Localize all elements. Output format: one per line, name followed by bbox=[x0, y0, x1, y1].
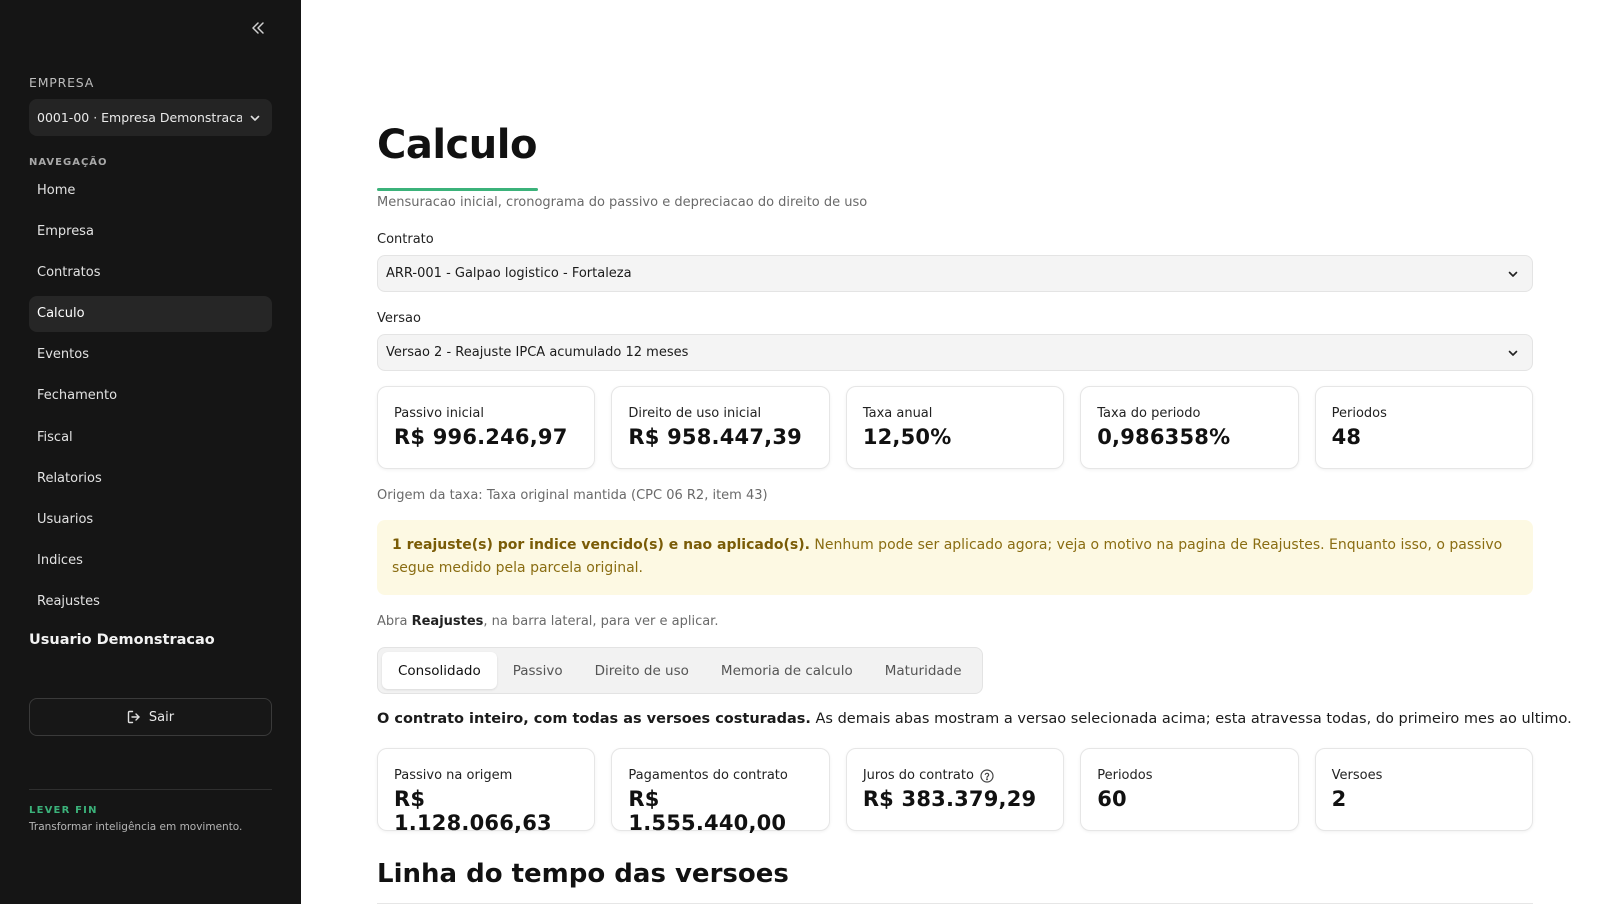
page-subtitle: Mensuracao inicial, cronograma do passiv… bbox=[377, 195, 868, 210]
version-label: Versao bbox=[377, 311, 421, 326]
summary-card: Passivo inicial R$ 996.246,97 bbox=[377, 386, 596, 469]
version-select-value: Versao 2 - Reajuste IPCA acumulado 12 me… bbox=[386, 345, 689, 360]
card-label-row: Juros do contrato bbox=[863, 768, 1047, 783]
adjustment-hint: Abra Reajustes, na barra lateral, para v… bbox=[377, 614, 718, 629]
tab-consolidado[interactable]: Consolidado bbox=[382, 652, 497, 689]
card-value: R$ 1.555.440,00 bbox=[628, 787, 787, 835]
main-content: Calculo Mensuracao inicial, cronograma d… bbox=[377, 0, 1572, 904]
card-label: Pagamentos do contrato bbox=[628, 768, 788, 783]
consolidated-card: Passivo na origem R$ 1.128.066,63 bbox=[377, 748, 596, 835]
card-label: Juros do contrato bbox=[862, 768, 974, 783]
consolidated-card: Versoes 2 bbox=[1314, 748, 1534, 831]
summary-card: Direito de uso inicial R$ 958.447,39 bbox=[611, 386, 830, 469]
company-select[interactable]: 0001-00 · Empresa Demonstracao bbox=[29, 99, 272, 136]
card-value: R$ 1.128.066,63 bbox=[394, 787, 552, 835]
sidebar-nav: Home Empresa Contratos Calculo Eventos F… bbox=[29, 172, 272, 625]
tab-description-bold: O contrato inteiro, com todas as versoes… bbox=[377, 711, 811, 727]
contract-select[interactable]: ARR-001 - Galpao logistico - Fortaleza bbox=[377, 255, 1533, 292]
sidebar-item-reajustes[interactable]: Reajustes bbox=[29, 584, 272, 620]
brand-name: LEVER FIN bbox=[29, 805, 98, 816]
card-value: 2 bbox=[1331, 787, 1347, 811]
card-value: 48 bbox=[1331, 425, 1362, 449]
tab-memoria-de-calculo[interactable]: Memoria de calculo bbox=[705, 652, 869, 689]
summary-card: Taxa anual 12,50% bbox=[845, 386, 1065, 469]
chevron-down-icon bbox=[1508, 271, 1518, 277]
card-value: 0,986358% bbox=[1097, 425, 1231, 449]
version-select[interactable]: Versao 2 - Reajuste IPCA acumulado 12 me… bbox=[377, 334, 1533, 371]
consolidated-card: Periodos 60 bbox=[1080, 748, 1299, 831]
hint-prefix: Abra bbox=[377, 614, 412, 629]
card-label: Periodos bbox=[1097, 768, 1153, 783]
hint-bold: Reajustes bbox=[411, 614, 484, 629]
sidebar-item-fiscal[interactable]: Fiscal bbox=[29, 419, 272, 455]
summary-card: Taxa do periodo 0,986358% bbox=[1080, 386, 1299, 469]
title-underline bbox=[377, 188, 538, 191]
card-label: Passivo inicial bbox=[394, 406, 484, 421]
contract-select-value: ARR-001 - Galpao logistico - Fortaleza bbox=[386, 266, 632, 281]
brand-tagline: Transformar inteligência em movimento. bbox=[29, 821, 243, 833]
sidebar-divider bbox=[29, 789, 272, 790]
result-tabs: Consolidado Passivo Direito de uso Memor… bbox=[377, 647, 983, 694]
tab-passivo[interactable]: Passivo bbox=[497, 652, 579, 689]
sidebar-item-contratos[interactable]: Contratos bbox=[29, 254, 272, 290]
card-value: 60 bbox=[1097, 787, 1127, 811]
nav-label: NAVEGAÇÃO bbox=[29, 157, 108, 168]
card-label: Taxa do periodo bbox=[1097, 406, 1201, 421]
tab-maturidade[interactable]: Maturidade bbox=[869, 652, 978, 689]
summary-cards: Passivo inicial R$ 996.246,97 Direito de… bbox=[377, 386, 1534, 469]
consolidated-cards: Passivo na origem R$ 1.128.066,63 Pagame… bbox=[377, 748, 1534, 835]
sidebar-item-fechamento[interactable]: Fechamento bbox=[29, 378, 272, 414]
card-label: Taxa anual bbox=[862, 406, 933, 421]
sidebar-item-empresa[interactable]: Empresa bbox=[29, 213, 272, 249]
contract-label: Contrato bbox=[377, 232, 434, 247]
summary-card: Periodos 48 bbox=[1314, 386, 1534, 469]
sidebar-item-usuarios[interactable]: Usuarios bbox=[29, 502, 272, 538]
sidebar: EMPRESA 0001-00 · Empresa Demonstracao N… bbox=[0, 0, 301, 904]
chevrons-left-icon bbox=[252, 22, 264, 34]
chevron-down-icon bbox=[1508, 350, 1518, 356]
consolidated-card: Pagamentos do contrato R$ 1.555.440,00 bbox=[611, 748, 830, 835]
logout-icon bbox=[127, 710, 140, 724]
company-label: EMPRESA bbox=[29, 75, 95, 90]
sidebar-item-indices[interactable]: Indices bbox=[29, 543, 272, 579]
collapse-sidebar-button[interactable] bbox=[246, 16, 270, 40]
adjustment-alert: 1 reajuste(s) por indice vencido(s) e na… bbox=[377, 520, 1533, 595]
tab-description: O contrato inteiro, com todas as versoes… bbox=[377, 711, 1572, 727]
card-label: Periodos bbox=[1331, 406, 1387, 421]
card-label: Passivo na origem bbox=[394, 768, 513, 783]
card-value: R$ 383.379,29 bbox=[862, 787, 1037, 811]
consolidated-card: Juros do contrato R$ 383.379,29 bbox=[845, 748, 1065, 831]
page-title: Calculo bbox=[377, 122, 537, 168]
chevron-down-icon bbox=[250, 115, 260, 121]
company-select-value: 0001-00 · Empresa Demonstracao bbox=[37, 110, 242, 125]
card-value: R$ 996.246,97 bbox=[394, 425, 568, 449]
tab-description-text: As demais abas mostram a versao selecion… bbox=[810, 711, 1572, 727]
user-name: Usuario Demonstracao bbox=[29, 632, 215, 648]
sidebar-item-home[interactable]: Home bbox=[29, 172, 272, 208]
sidebar-item-relatorios[interactable]: Relatorios bbox=[29, 460, 272, 496]
card-value: R$ 958.447,39 bbox=[628, 425, 802, 449]
sidebar-item-calculo[interactable]: Calculo bbox=[29, 295, 272, 332]
help-circle-icon[interactable] bbox=[980, 768, 994, 783]
rate-origin-note: Origem da taxa: Taxa original mantida (C… bbox=[377, 488, 768, 503]
logout-button[interactable]: Sair bbox=[29, 698, 272, 736]
card-value: 12,50% bbox=[862, 425, 952, 449]
card-label: Versoes bbox=[1331, 768, 1383, 783]
timeline-section-title: Linha do tempo das versoes bbox=[377, 859, 789, 889]
hint-suffix: , na barra lateral, para ver e aplicar. bbox=[483, 614, 719, 629]
alert-title: 1 reajuste(s) por indice vencido(s) e na… bbox=[392, 537, 810, 553]
tab-direito-de-uso[interactable]: Direito de uso bbox=[579, 652, 705, 689]
card-label: Direito de uso inicial bbox=[628, 406, 762, 421]
logout-label: Sair bbox=[148, 709, 175, 725]
sidebar-item-eventos[interactable]: Eventos bbox=[29, 337, 272, 373]
